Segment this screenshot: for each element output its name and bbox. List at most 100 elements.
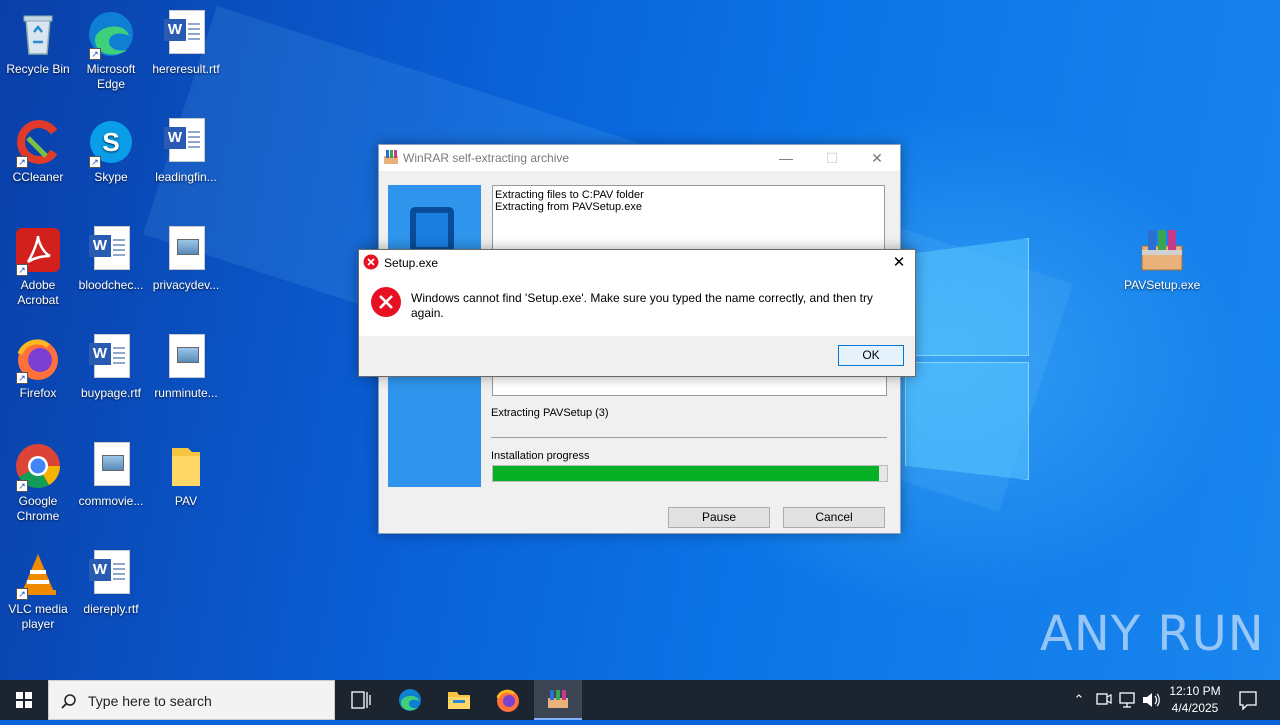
desktop-icon-diereply[interactable]: W diereply.rtf — [73, 544, 149, 617]
desktop-icon-label: Recycle Bin — [6, 62, 70, 76]
desktop-icon-google-chrome[interactable]: ↗ Google Chrome — [0, 436, 76, 524]
desktop-icon-recycle-bin[interactable]: Recycle Bin — [0, 4, 76, 77]
desktop-icon-label: VLC media player — [8, 602, 68, 631]
firefox-icon — [496, 689, 519, 712]
desktop-icon-privacydev[interactable]: privacydev... — [148, 220, 224, 293]
show-hidden-icons-chevron-up-icon[interactable]: ⌃ — [1068, 680, 1090, 720]
clock-time: 12:10 PM — [1169, 684, 1221, 698]
shortcut-arrow-icon: ↗ — [16, 372, 28, 384]
error-message: Windows cannot find 'Setup.exe'. Make su… — [411, 291, 873, 320]
acrobat-icon: ↗ — [14, 226, 62, 276]
taskbar-file-explorer[interactable] — [436, 680, 482, 720]
chrome-icon: ↗ — [14, 442, 62, 492]
word-doc-icon: W — [162, 118, 210, 166]
notification-center-button[interactable] — [1234, 680, 1262, 720]
desktop-icon-label: CCleaner — [12, 170, 64, 184]
firefox-icon: ↗ — [14, 334, 62, 384]
taskbar-edge[interactable] — [387, 680, 433, 720]
word-doc-icon: W — [162, 10, 210, 58]
search-placeholder: Type here to search — [88, 693, 212, 709]
minimize-icon[interactable]: — — [763, 147, 809, 169]
ok-button[interactable]: OK — [838, 345, 904, 366]
folder-icon — [162, 442, 210, 490]
network-icon[interactable] — [1116, 680, 1138, 720]
shortcut-arrow-icon: ↗ — [89, 48, 101, 60]
desktop-icon-adobe-acrobat[interactable]: ↗ Adobe Acrobat — [0, 220, 76, 308]
tray-meet-icon[interactable] — [1092, 680, 1114, 720]
progress-fill — [493, 466, 880, 481]
desktop-icon-pav-folder[interactable]: PAV — [148, 436, 224, 509]
desktop-icon-pavsetup[interactable]: PAVSetup.exe — [1124, 220, 1200, 293]
window-title: WinRAR self-extracting archive — [403, 151, 570, 165]
pause-button[interactable]: Pause — [668, 507, 770, 528]
extraction-status: Extracting PAVSetup (3) — [491, 407, 609, 419]
taskbar-winrar[interactable] — [534, 680, 582, 720]
desktop-icon-buypage[interactable]: W buypage.rtf — [73, 328, 149, 401]
task-view-icon — [351, 691, 371, 709]
desktop-icon-leadingfin[interactable]: W leadingfin... — [148, 112, 224, 185]
desktop-icon-label: Microsoft Edge — [86, 62, 136, 91]
desktop-icon-label: Adobe Acrobat — [17, 278, 59, 307]
winrar-titlebar[interactable]: WinRAR self-extracting archive — ☐ ✕ — [379, 145, 900, 171]
shortcut-arrow-icon: ↗ — [89, 156, 101, 168]
progress-label: Installation progress — [491, 450, 590, 462]
error-icon — [370, 286, 402, 323]
desktop-icon-bloodchec[interactable]: W bloodchec... — [73, 220, 149, 293]
image-file-icon — [87, 442, 135, 490]
desktop-icon-hereresult[interactable]: W hereresult.rtf — [148, 4, 224, 77]
shortcut-arrow-icon: ↗ — [16, 480, 28, 492]
desktop-icon-vlc[interactable]: ↗ VLC media player — [0, 544, 76, 632]
skype-icon: S ↗ — [87, 118, 135, 168]
desktop-icon-skype[interactable]: S ↗ Skype — [73, 112, 149, 185]
cancel-button[interactable]: Cancel — [783, 507, 885, 528]
error-small-icon — [363, 254, 379, 275]
desktop-icon-ccleaner[interactable]: ↗ CCleaner — [0, 112, 76, 185]
desktop-icon-label: Google Chrome — [16, 494, 60, 523]
taskbar-clock[interactable]: 12:10 PM 4/4/2025 — [1166, 680, 1224, 720]
log-line: Extracting from PAVSetup.exe — [495, 201, 642, 213]
close-icon[interactable]: ✕ — [886, 252, 912, 274]
edge-icon — [399, 689, 421, 711]
error-title: Setup.exe — [384, 256, 439, 270]
vlc-icon: ↗ — [14, 550, 62, 600]
desktop-icon-label: bloodchec... — [78, 278, 144, 292]
desktop-icon-label: runminute... — [154, 386, 218, 400]
error-button-area — [359, 336, 915, 376]
log-line: Extracting files to C:PAV folder — [495, 189, 644, 201]
desktop-icon-microsoft-edge[interactable]: ↗ Microsoft Edge — [73, 4, 149, 92]
word-doc-icon: W — [87, 226, 135, 274]
desktop-icon-label: diereply.rtf — [83, 602, 139, 616]
desktop-icon-label: PAV — [174, 494, 198, 508]
desktop-icon-label: buypage.rtf — [80, 386, 142, 400]
taskbar: Type here to search ⌃ 12:10 PM 4/4/2025 — [0, 680, 1280, 720]
task-view-button[interactable] — [338, 680, 384, 720]
notification-icon — [1239, 691, 1257, 711]
image-file-icon — [162, 226, 210, 274]
error-dialog: Setup.exe ✕ Windows cannot find 'Setup.e… — [358, 249, 916, 377]
desktop-icon-commovie[interactable]: commovie... — [73, 436, 149, 509]
word-doc-icon: W — [87, 334, 135, 382]
image-file-icon — [162, 334, 210, 382]
desktop-icon-runminute[interactable]: runminute... — [148, 328, 224, 401]
winrar-icon — [548, 690, 568, 708]
winrar-icon — [1138, 226, 1186, 274]
desktop-icon-label: privacydev... — [152, 278, 220, 292]
shortcut-arrow-icon: ↗ — [16, 156, 28, 168]
search-icon — [61, 694, 76, 709]
taskbar-search-box[interactable]: Type here to search — [48, 680, 335, 720]
close-icon[interactable]: ✕ — [854, 147, 900, 169]
desktop-icon-label: hereresult.rtf — [152, 62, 220, 76]
error-titlebar[interactable]: Setup.exe ✕ — [359, 250, 915, 276]
clock-date: 4/4/2025 — [1171, 701, 1219, 715]
desktop-icon-firefox[interactable]: ↗ Firefox — [0, 328, 76, 401]
winrar-icon — [384, 150, 398, 164]
volume-icon[interactable] — [1140, 680, 1162, 720]
desktop-icon-label: Firefox — [19, 386, 57, 400]
ccleaner-icon: ↗ — [14, 118, 62, 168]
word-doc-icon: W — [87, 550, 135, 598]
start-button[interactable] — [0, 680, 48, 720]
desktop-icon-label: PAVSetup.exe — [1124, 278, 1201, 292]
taskbar-firefox[interactable] — [485, 680, 531, 720]
installation-progress-bar — [492, 465, 888, 482]
windows-start-icon — [16, 692, 32, 708]
